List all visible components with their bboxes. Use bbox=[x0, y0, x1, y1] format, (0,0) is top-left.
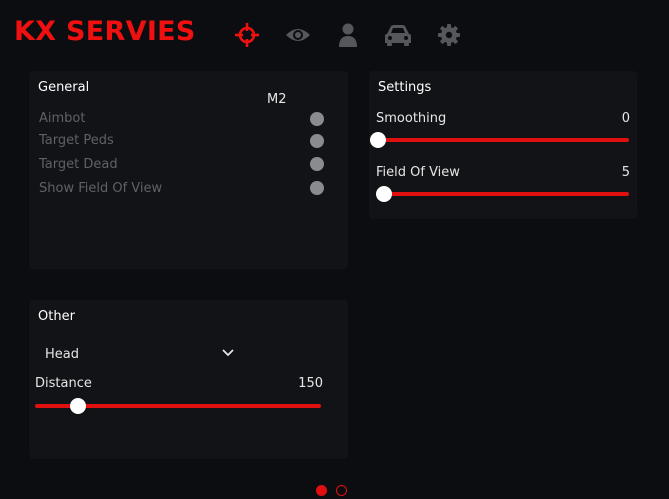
other-title: Other bbox=[38, 309, 75, 324]
smoothing-value: 0 bbox=[621, 111, 630, 126]
gear-icon[interactable] bbox=[436, 22, 462, 48]
option-show-fov-label: Show Field Of View bbox=[39, 181, 163, 196]
target-bone-selected: Head bbox=[45, 347, 79, 362]
smoothing-slider-thumb[interactable] bbox=[370, 132, 386, 148]
fov-value: 5 bbox=[621, 165, 630, 180]
option-target-peds-toggle[interactable] bbox=[310, 134, 324, 148]
option-target-peds-label: Target Peds bbox=[39, 133, 114, 148]
option-target-dead-toggle[interactable] bbox=[310, 157, 324, 171]
option-target-dead-label: Target Dead bbox=[39, 157, 118, 172]
distance-label: Distance bbox=[35, 376, 92, 391]
option-aimbot-label: Aimbot bbox=[39, 111, 86, 126]
general-title: General bbox=[38, 80, 90, 95]
fov-slider-thumb[interactable] bbox=[376, 186, 393, 202]
distance-value: 150 bbox=[298, 376, 323, 391]
settings-title: Settings bbox=[378, 80, 432, 95]
user-icon[interactable] bbox=[335, 22, 361, 48]
distance-slider-thumb[interactable] bbox=[69, 398, 86, 414]
smoothing-label: Smoothing bbox=[376, 111, 447, 126]
brand-title: KX SERVIES bbox=[14, 16, 196, 47]
chevron-down-icon bbox=[222, 349, 234, 357]
aimbot-key-label[interactable]: M2 bbox=[267, 92, 287, 107]
fov-slider[interactable] bbox=[376, 186, 629, 202]
eye-icon[interactable] bbox=[285, 22, 311, 48]
settings-panel: Settings Smoothing 0 Field Of View 5 bbox=[369, 71, 637, 219]
crosshair-icon[interactable] bbox=[234, 22, 260, 48]
car-icon[interactable] bbox=[383, 22, 413, 48]
option-aimbot-toggle[interactable] bbox=[310, 112, 324, 126]
option-show-fov-toggle[interactable] bbox=[310, 181, 324, 195]
other-panel: Other Head Distance 150 bbox=[29, 300, 348, 459]
page-dot-1[interactable] bbox=[316, 485, 327, 496]
general-panel: General M2 Aimbot Target Peds Target Dea… bbox=[29, 71, 348, 269]
target-bone-dropdown[interactable]: Head bbox=[45, 347, 235, 363]
distance-slider[interactable] bbox=[35, 398, 321, 414]
page-dot-2[interactable] bbox=[336, 485, 347, 496]
fov-label: Field Of View bbox=[376, 165, 460, 180]
smoothing-slider[interactable] bbox=[370, 132, 629, 148]
